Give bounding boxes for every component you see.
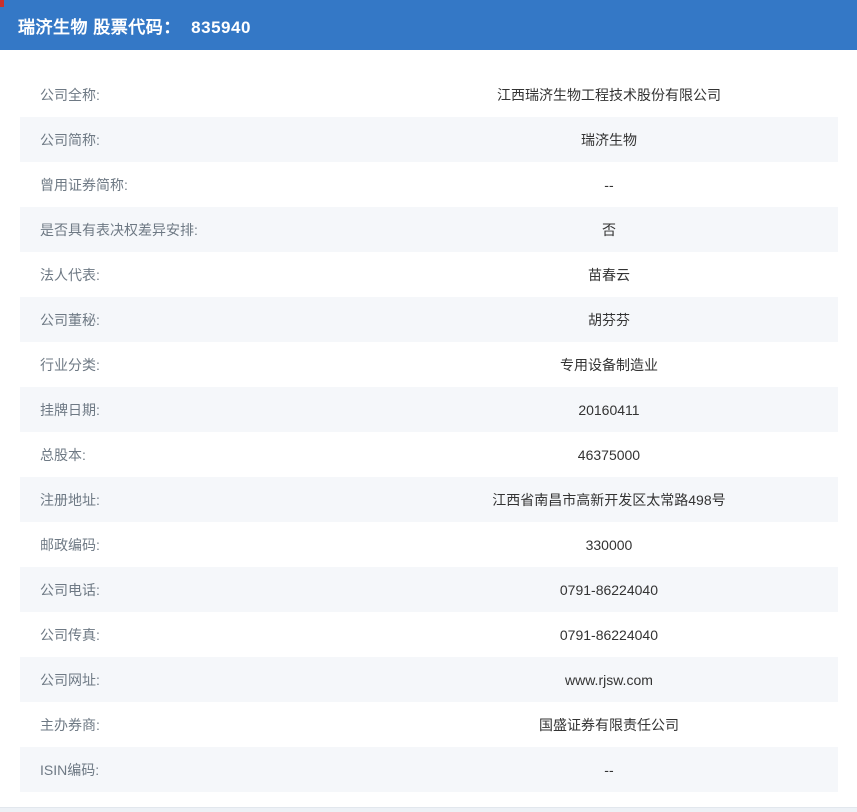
info-row-company-phone: 公司电话: 0791-86224040 (20, 567, 838, 612)
field-value: 苗春云 (380, 265, 838, 285)
company-short-name: 瑞济生物 (18, 18, 88, 37)
field-label: ISIN编码: (20, 760, 380, 780)
field-label: 邮政编码: (20, 535, 380, 555)
field-value: -- (380, 762, 838, 778)
next-section-top-edge (0, 807, 857, 812)
field-value: 瑞济生物 (380, 130, 838, 150)
field-label: 公司全称: (20, 85, 380, 105)
page-header: 瑞济生物 股票代码： 835940 (0, 0, 857, 50)
info-row-registered-address: 注册地址: 江西省南昌市高新开发区太常路498号 (20, 477, 838, 522)
field-value: 0791-86224040 (380, 582, 838, 598)
info-row-company-website: 公司网址: www.rjsw.com (20, 657, 838, 702)
info-row-legal-representative: 法人代表: 苗春云 (20, 252, 838, 297)
info-row-voting-rights-difference: 是否具有表决权差异安排: 否 (20, 207, 838, 252)
field-value: 江西瑞济生物工程技术股份有限公司 (380, 85, 838, 105)
capture-artifact-red-mark (0, 0, 4, 7)
field-value: 330000 (380, 537, 838, 553)
field-label: 注册地址: (20, 490, 380, 510)
field-label: 总股本: (20, 445, 380, 465)
field-label: 是否具有表决权差异安排: (20, 220, 380, 240)
field-value: 20160411 (380, 402, 838, 418)
info-row-postal-code: 邮政编码: 330000 (20, 522, 838, 567)
field-value: 专用设备制造业 (380, 355, 838, 375)
company-info-card: 公司全称: 江西瑞济生物工程技术股份有限公司 公司简称: 瑞济生物 曾用证券简称… (20, 72, 838, 792)
field-label: 公司电话: (20, 580, 380, 600)
info-row-company-short-name: 公司简称: 瑞济生物 (20, 117, 838, 162)
info-row-former-security-name: 曾用证券简称: -- (20, 162, 838, 207)
field-value: 胡芬芬 (380, 310, 838, 330)
field-label: 公司简称: (20, 130, 380, 150)
field-value: 国盛证券有限责任公司 (380, 715, 838, 735)
field-label: 公司网址: (20, 670, 380, 690)
info-row-industry-classification: 行业分类: 专用设备制造业 (20, 342, 838, 387)
field-label: 法人代表: (20, 265, 380, 285)
info-row-listing-date: 挂牌日期: 20160411 (20, 387, 838, 432)
field-value: 46375000 (380, 447, 838, 463)
field-label: 公司传真: (20, 625, 380, 645)
field-value: 江西省南昌市高新开发区太常路498号 (380, 490, 838, 510)
field-label: 曾用证券简称: (20, 175, 380, 195)
info-row-board-secretary: 公司董秘: 胡芬芬 (20, 297, 838, 342)
field-value: 0791-86224040 (380, 627, 838, 643)
field-value: -- (380, 177, 838, 193)
info-row-total-shares: 总股本: 46375000 (20, 432, 838, 477)
stock-code-label: 股票代码： (88, 18, 191, 37)
field-value: 否 (380, 220, 838, 240)
info-row-isin-code: ISIN编码: -- (20, 747, 838, 792)
field-label: 行业分类: (20, 355, 380, 375)
info-row-company-fax: 公司传真: 0791-86224040 (20, 612, 838, 657)
field-label: 公司董秘: (20, 310, 380, 330)
info-row-company-full-name: 公司全称: 江西瑞济生物工程技术股份有限公司 (20, 72, 838, 117)
field-label: 挂牌日期: (20, 400, 380, 420)
field-value: www.rjsw.com (380, 672, 838, 688)
page-title: 瑞济生物 股票代码： 835940 (18, 13, 251, 38)
info-row-sponsor-broker: 主办券商: 国盛证券有限责任公司 (20, 702, 838, 747)
field-label: 主办券商: (20, 715, 380, 735)
stock-code-value: 835940 (191, 18, 251, 37)
